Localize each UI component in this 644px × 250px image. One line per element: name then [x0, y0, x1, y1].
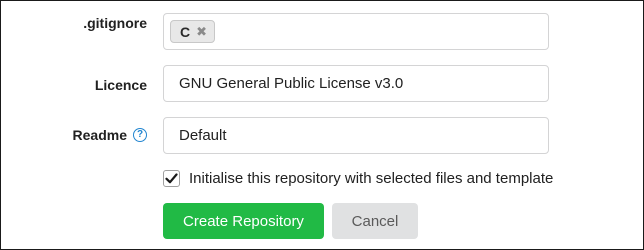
- question-circle-icon[interactable]: ?: [133, 128, 147, 142]
- chip-label: C: [180, 23, 191, 40]
- initialise-checkbox-row[interactable]: Initialise this repository with selected…: [163, 170, 553, 187]
- readme-label: Readme ?: [73, 127, 147, 143]
- create-repository-form: .gitignore C ✖ Licence GNU General Publi…: [0, 0, 644, 250]
- licence-label-text: Licence: [94, 77, 147, 93]
- close-icon[interactable]: ✖: [196, 24, 207, 40]
- checkmark-icon: [165, 173, 178, 184]
- gitignore-label: .gitignore: [83, 15, 147, 31]
- create-repository-button[interactable]: Create Repository: [163, 203, 324, 239]
- gitignore-label-text: .gitignore: [83, 15, 147, 31]
- gitignore-multiselect[interactable]: C ✖: [163, 13, 549, 50]
- licence-value: GNU General Public License v3.0: [179, 75, 404, 92]
- gitignore-chip-c: C ✖: [170, 20, 216, 43]
- readme-value: Default: [179, 127, 227, 144]
- initialise-label: Initialise this repository with selected…: [189, 170, 554, 187]
- licence-dropdown[interactable]: GNU General Public License v3.0: [163, 65, 549, 102]
- cancel-button[interactable]: Cancel: [332, 203, 418, 239]
- licence-label: Licence: [95, 77, 147, 93]
- readme-dropdown[interactable]: Default: [163, 117, 549, 154]
- readme-label-text: Readme: [72, 127, 127, 143]
- initialise-checkbox[interactable]: [163, 170, 180, 187]
